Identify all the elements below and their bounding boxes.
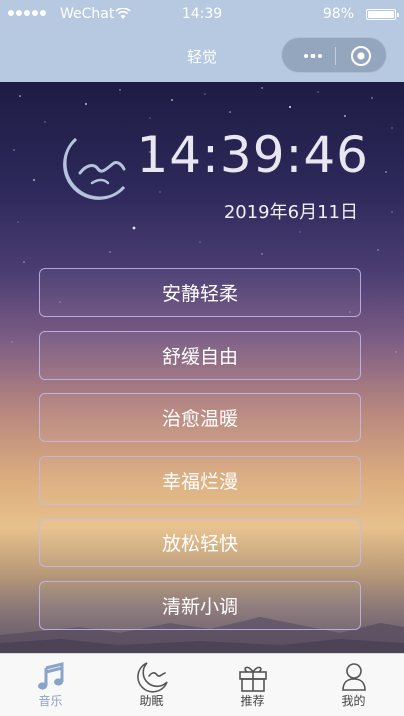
tab-profile[interactable]: 我的: [303, 654, 404, 716]
navigation-bar: 轻觉: [0, 30, 404, 82]
current-time-display: 14:39:46: [136, 126, 369, 184]
category-button-quiet-gentle[interactable]: 安静轻柔: [39, 268, 361, 317]
battery-percentage: 98%: [322, 6, 354, 22]
moon-logo-icon: [63, 137, 126, 200]
battery-icon: [366, 9, 399, 20]
tab-recommend-label: 推荐: [240, 694, 265, 708]
gift-icon: [238, 666, 267, 692]
category-button-relaxed-light[interactable]: 放松轻快: [39, 518, 361, 567]
current-date: 2019年6月11日: [223, 202, 358, 223]
category-button-happy-romantic[interactable]: 幸福烂漫: [39, 456, 361, 505]
app-screen: WeChat 14:39 98% 轻觉 14:39:46 2019年6月11日 …: [0, 0, 404, 716]
status-bar: WeChat 14:39 98%: [0, 0, 404, 30]
close-mini-program-icon[interactable]: [350, 45, 372, 67]
bottom-tab-bar: 音乐 助眠 推荐 我的: [0, 653, 404, 716]
music-note-icon: [37, 662, 63, 690]
moon-icon: [136, 662, 168, 693]
more-options-icon[interactable]: [304, 54, 322, 58]
mini-program-capsule: [281, 37, 387, 73]
capsule-divider: [335, 47, 336, 65]
tab-profile-label: 我的: [341, 694, 366, 708]
tab-music[interactable]: 音乐: [0, 654, 101, 716]
tab-music-label: 音乐: [38, 694, 63, 708]
category-button-healing-warm[interactable]: 治愈温暖: [39, 393, 361, 442]
category-button-fresh-tune[interactable]: 清新小调: [39, 581, 361, 630]
tab-sleep-aid-label: 助眠: [139, 694, 164, 708]
tab-recommend[interactable]: 推荐: [202, 654, 303, 716]
main-content: 14:39:46 2019年6月11日 安静轻柔 舒缓自由 治愈温暖 幸福烂漫 …: [0, 82, 404, 653]
tab-sleep-aid[interactable]: 助眠: [101, 654, 202, 716]
category-button-soothing-free[interactable]: 舒缓自由: [39, 331, 361, 380]
user-icon: [341, 663, 366, 691]
